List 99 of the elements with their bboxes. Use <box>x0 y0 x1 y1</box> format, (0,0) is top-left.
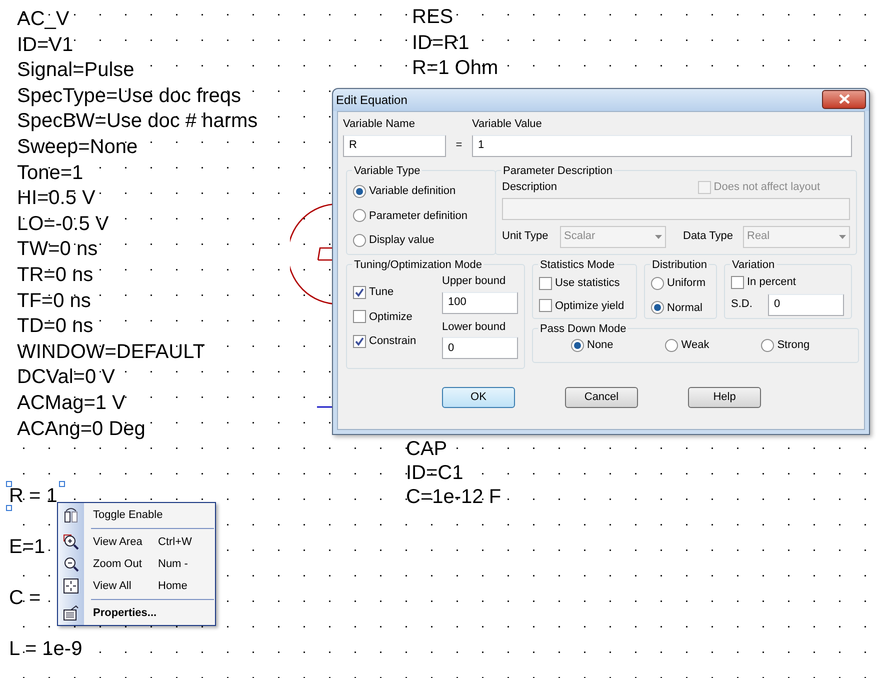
window-title: Edit Equation <box>336 92 408 109</box>
equation-text[interactable]: E=1 <box>9 535 46 559</box>
checkbox-label: Constrain <box>369 334 416 349</box>
group-title: Pass Down Mode <box>539 322 628 336</box>
radio-button[interactable] <box>651 301 664 314</box>
close-icon <box>838 94 850 104</box>
description-field[interactable] <box>502 198 850 220</box>
parameter-text: TD=0 ns <box>17 314 94 340</box>
toggle-icon <box>63 507 79 523</box>
field-label: Data Type <box>683 229 734 244</box>
checkbox-label: Optimize yield <box>555 298 624 314</box>
menu-item[interactable]: View Area Ctrl+W <box>58 531 215 553</box>
view-all-icon <box>63 578 79 594</box>
checkbox-label: In percent <box>747 275 796 290</box>
selection-handle[interactable] <box>6 505 12 511</box>
field-label: Description <box>502 180 558 195</box>
parameter-text: Sweep=None <box>17 134 138 160</box>
group-title: Parameter Description <box>502 164 614 178</box>
field-label: Variable Value <box>472 117 543 132</box>
checkbox-label: Does not affect layout <box>714 180 820 195</box>
checkbox-label: Tune <box>369 285 394 300</box>
group-title: Distribution <box>651 258 708 272</box>
parameter-text: C=1e-12 F <box>406 485 502 509</box>
parameter-text: DCVal=0 V <box>17 365 116 390</box>
parameter-text: R=1 Ohm <box>412 56 498 82</box>
parameter-text: SpecBW=Use doc # harms <box>17 109 258 134</box>
radio-button[interactable] <box>665 338 678 352</box>
properties-icon <box>63 605 79 621</box>
parameter-text: Tone=1 <box>17 160 84 186</box>
parameter-text: SpecType=Use doc freqs <box>17 84 242 109</box>
radio-label: Uniform <box>667 276 706 291</box>
radio-label: Parameter definition <box>369 208 468 224</box>
parameter-text: TF=0 ns <box>17 288 91 314</box>
parameter-text: ID=V1 <box>17 32 74 58</box>
caret-icon <box>839 234 846 238</box>
parameter-text: CAP <box>406 437 448 461</box>
parameter-text: ID=C1 <box>406 461 464 485</box>
checkbox[interactable] <box>353 310 366 324</box>
checkbox-label: Optimize <box>369 310 412 324</box>
input-field[interactable]: 1 <box>472 134 852 156</box>
parameter-text: TW=0 ns <box>17 237 98 262</box>
group-title: Statistics Mode <box>539 258 616 272</box>
menu-item[interactable]: View All Home <box>58 575 215 597</box>
field-label: Upper bound <box>442 274 507 289</box>
radio-button[interactable] <box>571 338 584 352</box>
input-field[interactable]: R <box>343 134 446 156</box>
checkbox[interactable] <box>731 276 744 289</box>
radio-button[interactable] <box>761 338 774 352</box>
input-field[interactable]: 100 <box>442 292 518 314</box>
caret-icon <box>655 234 662 238</box>
dialog-button[interactable]: Cancel <box>565 386 638 408</box>
parameter-text: AC_V <box>17 7 70 32</box>
equation-text[interactable]: L = 1e-9 <box>9 637 82 661</box>
parameter-text: WINDOW=DEFAULT <box>17 340 205 365</box>
menu-item[interactable]: Zoom Out Num - <box>58 553 215 575</box>
equals-sign: = <box>454 138 464 153</box>
checkbox[interactable] <box>539 299 552 312</box>
parameter-text: ACMag=1 V <box>17 390 126 416</box>
selection-handle[interactable] <box>59 481 66 487</box>
group-title: Tuning/Optimization Mode <box>353 258 483 272</box>
radio-label: Variable definition <box>369 184 456 199</box>
input-field[interactable]: 0 <box>442 337 518 359</box>
zoom-in-icon <box>63 534 79 550</box>
checkbox-label: Use statistics <box>555 276 620 291</box>
radio-label: Display value <box>369 233 434 248</box>
field-label: S.D. <box>731 297 754 312</box>
group-title: Variation <box>731 258 776 272</box>
parameter-text: TR=0 ns <box>17 262 94 288</box>
dialog-button[interactable]: OK <box>442 386 515 408</box>
equation-text[interactable]: R = 1 <box>9 484 58 508</box>
radio-label: Normal <box>667 300 702 316</box>
radio-button[interactable] <box>353 184 366 198</box>
field-label: Lower bound <box>442 320 507 334</box>
menu-item[interactable]: Toggle Enable <box>58 504 215 526</box>
selection-handle[interactable] <box>6 481 12 487</box>
checkbox[interactable] <box>539 276 552 290</box>
parameter-text: RES <box>412 5 454 30</box>
radio-label: Strong <box>777 338 810 353</box>
input-field[interactable]: 0 <box>768 294 844 316</box>
equation-text[interactable]: C = <box>9 586 41 610</box>
radio-button[interactable] <box>353 234 366 247</box>
menu-item[interactable]: Properties... <box>58 602 215 624</box>
parameter-text: HI=0.5 V <box>17 186 96 212</box>
zoom-out-icon <box>63 556 79 572</box>
field-label: Unit Type <box>502 229 550 244</box>
radio-label: Weak <box>681 338 710 353</box>
parameter-text: ID=R1 <box>412 30 470 56</box>
radio-label: None <box>587 338 614 353</box>
checkbox[interactable] <box>353 334 366 348</box>
group-title: Variable Type <box>353 164 422 178</box>
parameter-text: Signal=Pulse <box>17 58 134 84</box>
radio-button[interactable] <box>651 276 664 290</box>
dialog-button[interactable]: Help <box>688 386 761 408</box>
parameter-text: ACAng=0 Deg <box>17 416 146 442</box>
radio-button[interactable] <box>353 209 366 222</box>
parameter-text: LO=-0.5 V <box>17 212 109 237</box>
close-button[interactable] <box>822 90 866 108</box>
checkbox[interactable] <box>353 286 366 299</box>
field-label: Variable Name <box>343 117 416 132</box>
